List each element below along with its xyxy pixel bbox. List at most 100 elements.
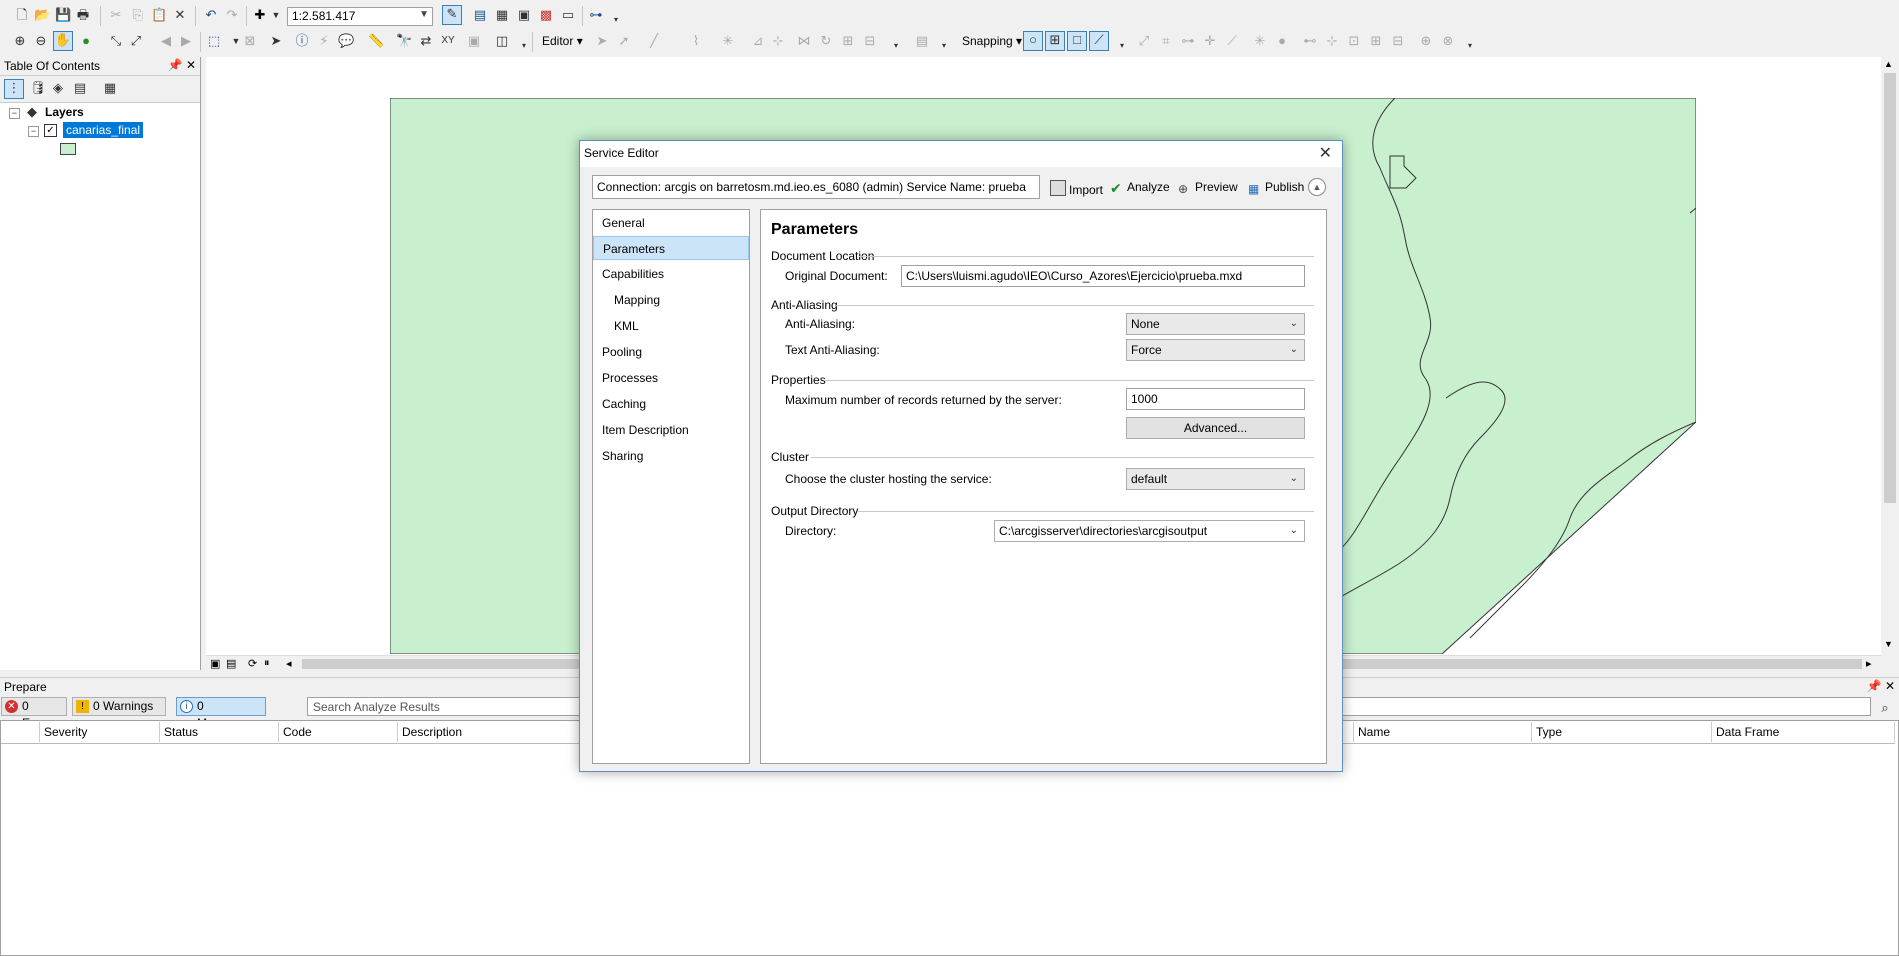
- publish-button[interactable]: ▦ Publish: [1248, 180, 1304, 196]
- end-snapping-icon[interactable]: ⊞: [1045, 31, 1065, 51]
- toolbar-options-icon[interactable]: ▾: [608, 12, 624, 28]
- split-tool-icon[interactable]: ⋈: [796, 33, 812, 49]
- nav-item-item-description[interactable]: Item Description: [593, 418, 749, 442]
- search-window-icon[interactable]: ▣: [516, 7, 532, 23]
- text-anti-aliasing-select[interactable]: Force ⌄: [1126, 339, 1305, 361]
- advanced-edit-icon[interactable]: ⊷: [1302, 33, 1318, 49]
- close-icon[interactable]: ✕: [186, 58, 196, 72]
- back-extent-icon[interactable]: ◀: [158, 33, 174, 49]
- search-icon[interactable]: ⌕: [1877, 700, 1893, 716]
- preview-button[interactable]: ⊕ Preview: [1178, 180, 1238, 196]
- column-header-status[interactable]: Status: [160, 722, 279, 742]
- full-extent-icon[interactable]: ●: [78, 33, 94, 49]
- max-records-input[interactable]: 1000: [1126, 388, 1305, 410]
- list-by-source-icon[interactable]: 🛢: [30, 80, 47, 96]
- find-icon[interactable]: 🔭: [396, 33, 412, 49]
- advanced-edit-icon[interactable]: ⊞: [1368, 33, 1384, 49]
- arctoolbox-icon[interactable]: ▩: [538, 7, 554, 23]
- messages-filter[interactable]: i 0 Messages: [176, 697, 266, 730]
- scroll-down-icon[interactable]: ▼: [1884, 639, 1893, 649]
- go-to-xy-icon[interactable]: XY: [440, 33, 456, 49]
- layers-root-label[interactable]: Layers: [45, 105, 84, 119]
- nav-item-sharing[interactable]: Sharing: [593, 444, 749, 468]
- column-header-name[interactable]: Name: [1354, 722, 1532, 742]
- sketch-properties-icon[interactable]: ⊟: [862, 33, 878, 49]
- add-data-icon[interactable]: ✚: [252, 7, 268, 23]
- catalog-icon[interactable]: ▦: [494, 7, 510, 23]
- layout-view-icon[interactable]: ▤: [226, 657, 236, 670]
- map-vertical-scrollbar[interactable]: ▲ ▼: [1881, 57, 1899, 655]
- forward-extent-icon[interactable]: ▶: [178, 33, 194, 49]
- identify-icon[interactable]: ⓘ: [294, 33, 310, 49]
- open-icon[interactable]: 📂: [34, 7, 50, 23]
- nav-item-kml[interactable]: KML: [593, 314, 749, 338]
- edge-snapping-icon[interactable]: ⟋: [1089, 31, 1109, 51]
- nav-item-caching[interactable]: Caching: [593, 392, 749, 416]
- toolbar-options-icon[interactable]: ▾: [888, 38, 904, 54]
- cluster-select[interactable]: default ⌄: [1126, 468, 1305, 490]
- create-features-icon[interactable]: ▤: [914, 33, 930, 49]
- print-icon[interactable]: 🖶: [75, 7, 91, 23]
- topology-tool-icon[interactable]: ✳: [1252, 33, 1268, 49]
- hyperlink-icon[interactable]: ⚡: [316, 33, 332, 49]
- measure-icon[interactable]: 📏: [368, 33, 384, 49]
- add-data-dropdown-icon[interactable]: ▼: [268, 7, 284, 23]
- find-route-icon[interactable]: ⇄: [418, 33, 434, 49]
- fixed-zoom-in-icon[interactable]: ⤡: [108, 33, 124, 49]
- errors-filter[interactable]: ✕ 0 Errors: [1, 697, 67, 730]
- nav-item-capabilities[interactable]: Capabilities: [593, 262, 749, 286]
- advanced-edit-icon[interactable]: ⊗: [1440, 33, 1456, 49]
- pin-icon[interactable]: 📌: [168, 58, 183, 72]
- layer-visibility-checkbox[interactable]: ✓: [44, 124, 57, 137]
- reshape-icon[interactable]: ⊹: [770, 33, 786, 49]
- pan-icon[interactable]: ✋: [53, 31, 73, 51]
- column-header-severity[interactable]: Severity: [40, 722, 160, 742]
- python-window-icon[interactable]: ▭: [560, 7, 576, 23]
- column-header-code[interactable]: Code: [279, 722, 398, 742]
- nav-item-pooling[interactable]: Pooling: [593, 340, 749, 364]
- layer-name[interactable]: canarias_final: [63, 122, 144, 138]
- advanced-edit-icon[interactable]: ⊟: [1390, 33, 1406, 49]
- advanced-edit-icon[interactable]: ⊕: [1418, 33, 1434, 49]
- zoom-in-icon[interactable]: ⊕: [12, 33, 28, 49]
- toolbar-options-icon[interactable]: ▾: [516, 38, 532, 54]
- close-icon[interactable]: ✕: [1885, 679, 1895, 693]
- scroll-up-icon[interactable]: ▲: [1884, 59, 1893, 69]
- edit-tool-icon[interactable]: ➤: [594, 33, 610, 49]
- zoom-out-icon[interactable]: ⊖: [33, 33, 49, 49]
- advanced-edit-icon[interactable]: ⊹: [1324, 33, 1340, 49]
- options-icon[interactable]: ▦: [102, 80, 118, 96]
- import-button[interactable]: Import: [1050, 180, 1103, 197]
- endpoint-arc-icon[interactable]: ✳: [720, 33, 736, 49]
- collapse-layers-icon[interactable]: −: [9, 108, 20, 119]
- list-by-drawing-order-icon[interactable]: ⋮: [4, 79, 24, 99]
- editor-toolbar-icon[interactable]: ✎: [442, 5, 462, 25]
- georef-tool-icon[interactable]: ⟋: [1224, 33, 1240, 49]
- collapse-layer-icon[interactable]: −: [28, 126, 39, 137]
- pause-drawing-icon[interactable]: ⏸: [264, 657, 270, 670]
- edit-annotation-icon[interactable]: ➚: [616, 33, 632, 49]
- attributes-icon[interactable]: ⊞: [840, 33, 856, 49]
- clear-selection-icon[interactable]: ⊠: [242, 33, 258, 49]
- list-by-selection-icon[interactable]: ▤: [72, 80, 88, 96]
- html-popup-icon[interactable]: 💬: [338, 33, 354, 49]
- scroll-right-icon[interactable]: ▸: [1866, 657, 1872, 670]
- straight-segment-icon[interactable]: ╱: [646, 33, 662, 49]
- undo-icon[interactable]: ↶: [203, 7, 219, 23]
- snapping-menu[interactable]: Snapping ▾: [962, 34, 1022, 48]
- scroll-left-icon[interactable]: ◂: [286, 657, 292, 670]
- delete-icon[interactable]: ✕: [172, 7, 188, 23]
- scroll-thumb[interactable]: [1884, 73, 1896, 503]
- advanced-button[interactable]: Advanced...: [1126, 417, 1305, 439]
- map-scale-combo[interactable]: 1:2.581.417 ▼: [287, 7, 433, 26]
- redo-icon[interactable]: ↷: [224, 7, 240, 23]
- pin-icon[interactable]: 📌: [1867, 679, 1882, 693]
- editor-menu[interactable]: Editor ▾: [542, 34, 583, 48]
- column-header-data-frame[interactable]: Data Frame: [1712, 722, 1895, 742]
- trace-icon[interactable]: ⌇: [688, 33, 704, 49]
- analyze-button[interactable]: ✔ Analyze: [1110, 180, 1170, 195]
- select-features-icon[interactable]: ⬚: [206, 33, 222, 49]
- nav-item-general[interactable]: General: [593, 211, 749, 235]
- nav-item-processes[interactable]: Processes: [593, 366, 749, 390]
- fixed-zoom-out-icon[interactable]: ⤢: [128, 33, 144, 49]
